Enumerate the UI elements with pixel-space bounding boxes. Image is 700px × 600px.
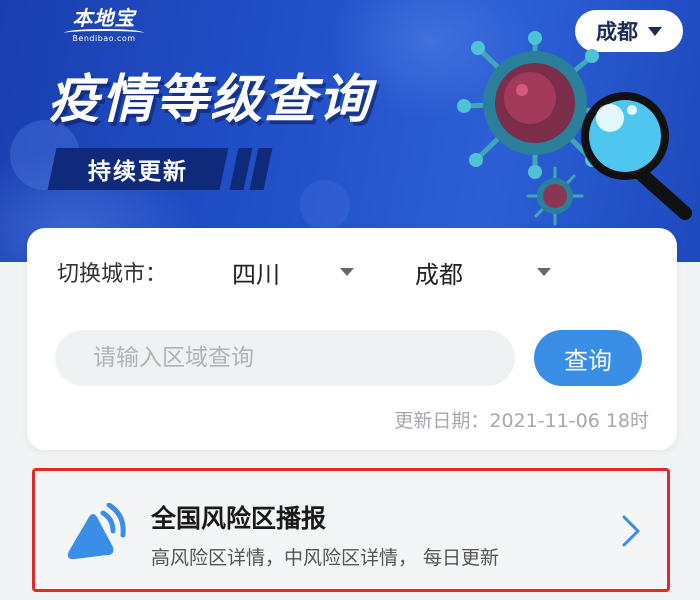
decorative-stripe [249, 148, 273, 190]
magnifier-icon [581, 92, 692, 220]
subtitle-tag: 持续更新 [47, 148, 229, 190]
search-button[interactable]: 查询 [534, 330, 642, 386]
risk-area-broadcast-card[interactable]: 全国风险区播报 高风险区详情，中风险区详情， 每日更新 [32, 468, 670, 592]
broadcast-title: 全国风险区播报 [151, 504, 327, 533]
city-select[interactable]: 成都 [415, 252, 565, 292]
broadcast-description: 高风险区详情，中风险区详情， 每日更新 [151, 547, 500, 569]
caret-down-icon [537, 268, 551, 276]
header-banner: 本地宝 Bendibao.com 成都 疫情等级查询 持续更新 [0, 0, 700, 262]
page-title: 疫情等级查询 [48, 70, 373, 130]
query-card: 切换城市： 四川 成都 查询 更新日期：2021-11-06 18时 [27, 228, 677, 450]
logo-arc [64, 29, 144, 37]
province-select[interactable]: 四川 [232, 252, 372, 292]
bendibao-logo[interactable]: 本地宝 Bendibao.com [58, 6, 150, 46]
chevron-right-icon [622, 515, 640, 547]
logo-name: 本地宝 [72, 6, 136, 30]
subtitle-text: 持续更新 [88, 159, 188, 185]
virus-magnifier-illustration [457, 31, 692, 226]
city-value: 成都 [415, 260, 463, 289]
caret-down-icon [340, 268, 354, 276]
broadcast-icon [67, 503, 126, 560]
background-virus-shape [300, 180, 350, 230]
switch-city-label: 切换城市： [57, 262, 168, 287]
province-value: 四川 [232, 260, 280, 289]
search-input[interactable] [55, 330, 515, 386]
update-date: 更新日期：2021-11-06 18时 [394, 410, 649, 432]
decorative-stripe [229, 148, 253, 190]
